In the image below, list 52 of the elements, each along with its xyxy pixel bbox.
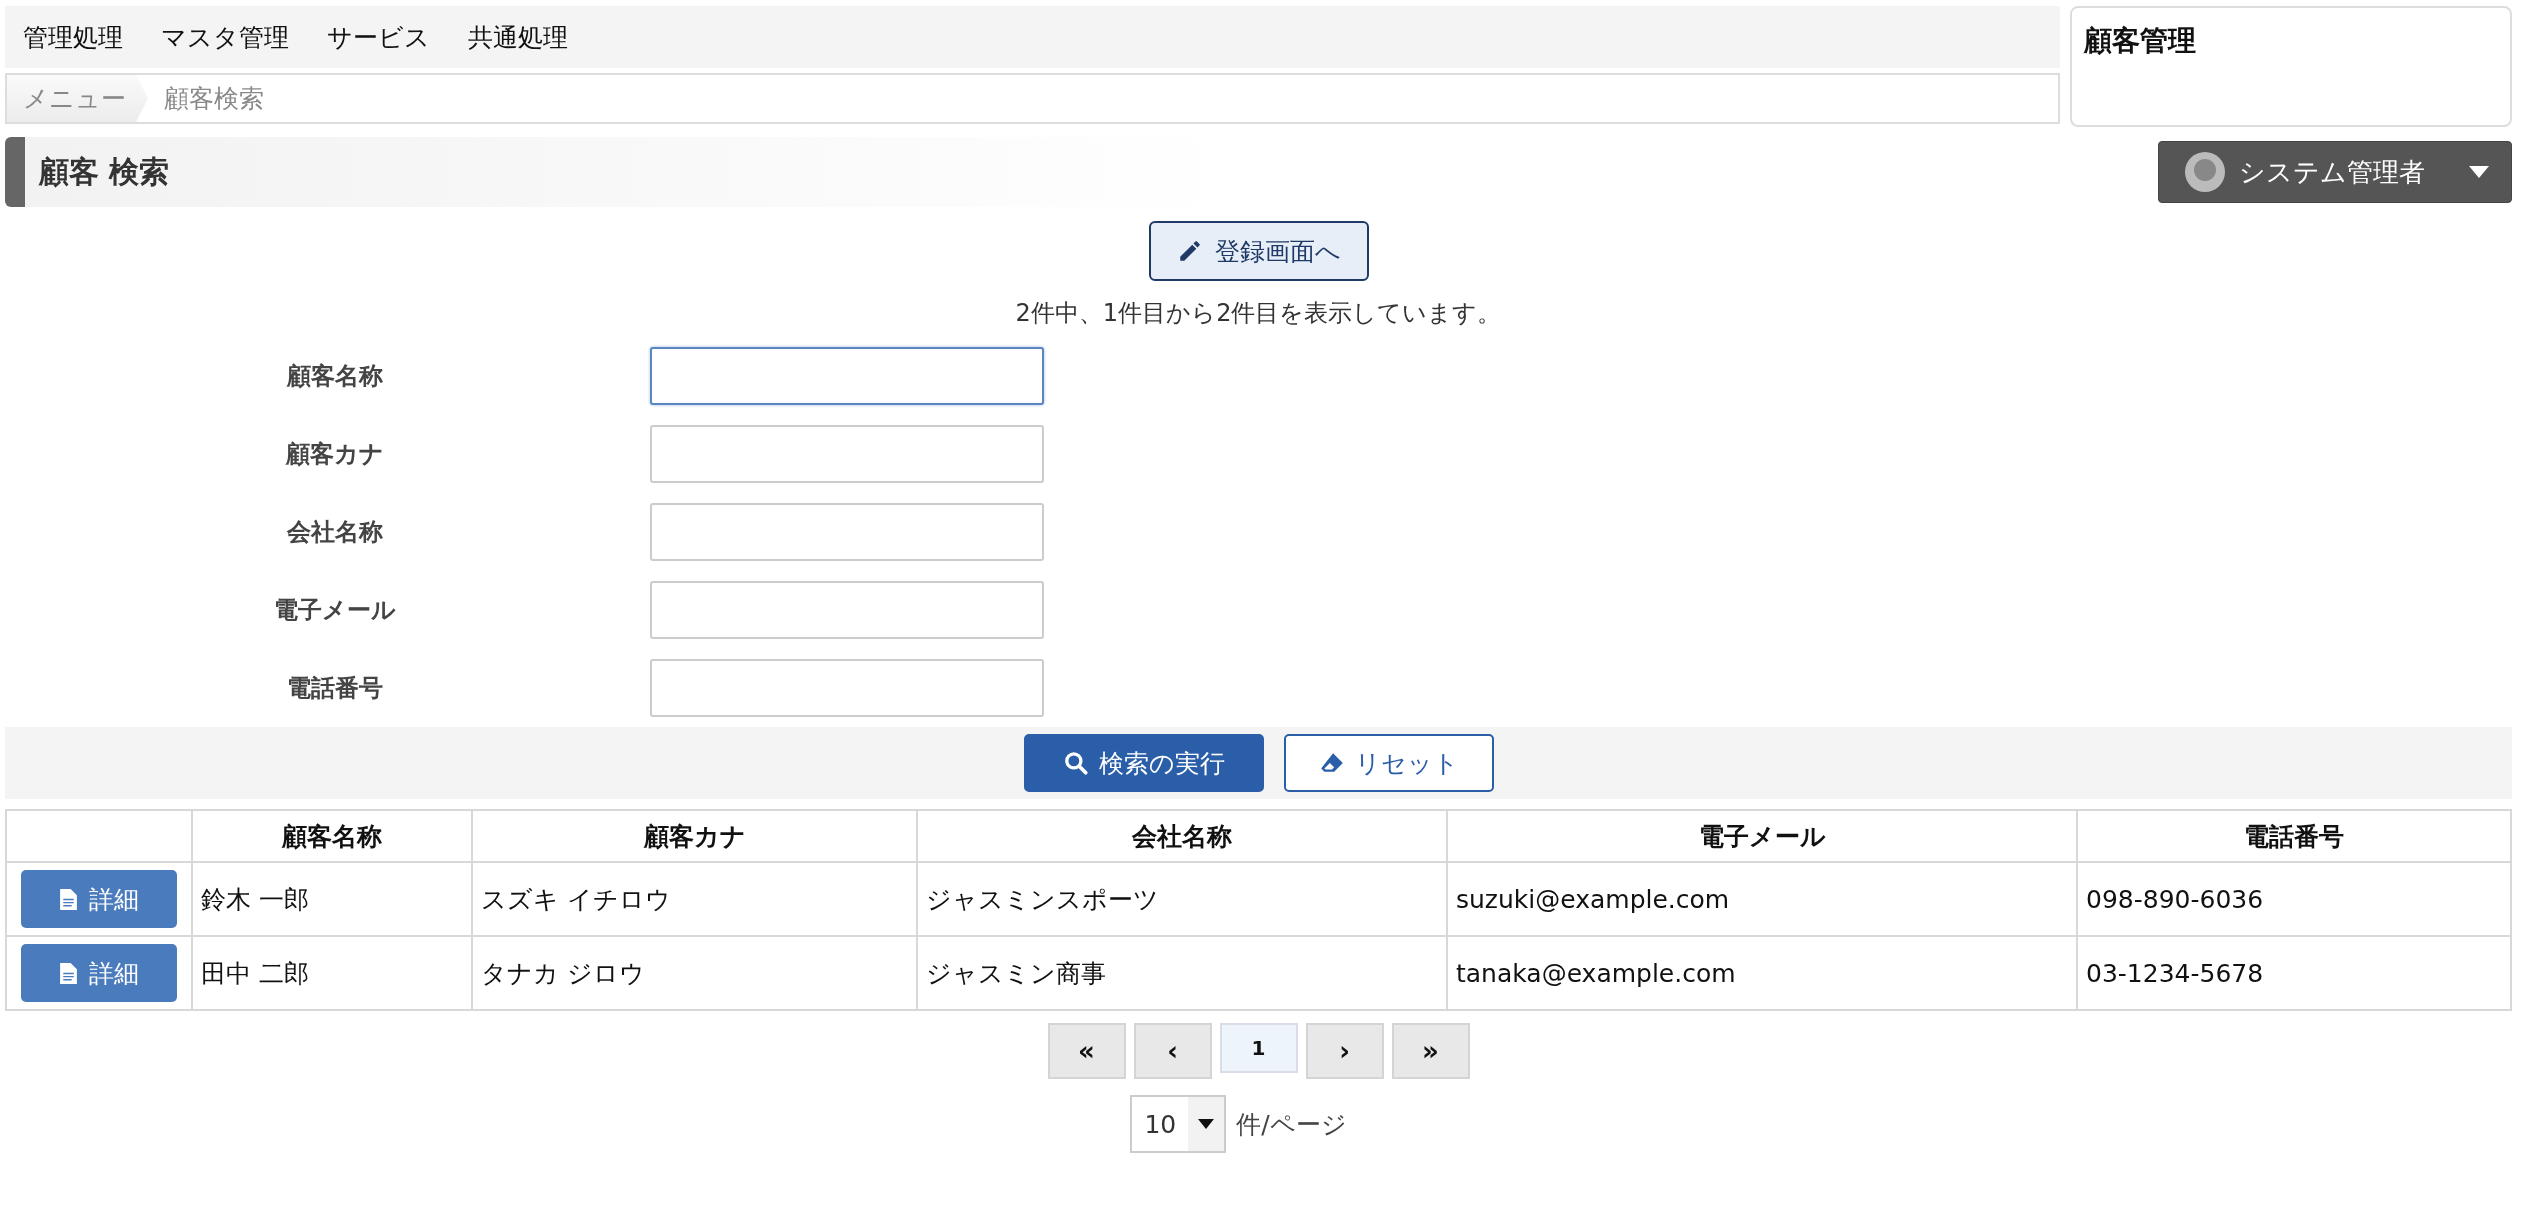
user-avatar-icon	[2185, 152, 2225, 192]
search-icon	[1062, 750, 1089, 776]
document-icon	[59, 962, 77, 984]
action-button[interactable]: 検索の実行	[1023, 734, 1264, 792]
action-button[interactable]: リセット	[1283, 734, 1494, 792]
page-size-unit: 件/ページ	[1236, 1108, 1347, 1141]
input-field[interactable]	[650, 347, 1044, 405]
table-cell: ジャスミン商事	[917, 936, 1447, 1010]
column-header: 顧客カナ	[472, 810, 917, 862]
field-label: 電話番号	[286, 673, 384, 704]
field-label: 会社名称	[286, 517, 384, 548]
column-header: 電子メール	[1447, 810, 2077, 862]
field-label: 顧客カナ	[284, 439, 385, 470]
caret-icon	[2469, 166, 2489, 178]
table-cell: スズキ イチロウ	[472, 862, 917, 936]
page-size-select[interactable]: 10	[1130, 1095, 1227, 1153]
page-title: 顧客 検索	[39, 152, 170, 191]
detail-button[interactable]: 詳細	[21, 870, 177, 928]
detail-button[interactable]: 詳細	[21, 944, 177, 1002]
app-title: 顧客管理	[2084, 24, 2196, 57]
table-cell: ジャスミンスポーツ	[917, 862, 1447, 936]
table-cell: タナカ ジロウ	[472, 936, 917, 1010]
menu-item[interactable]: 管理処理	[23, 20, 123, 54]
field-label: 顧客名称	[285, 361, 384, 392]
table-cell: suzuki@example.com	[1447, 862, 2077, 936]
menu-item[interactable]: サービス	[327, 20, 430, 54]
page-button[interactable]: 1	[1219, 1023, 1298, 1073]
result-summary: 2件中、1件目から2件目を表示しています。	[1015, 298, 1502, 329]
register-button[interactable]: 登録画面へ	[1148, 221, 1369, 281]
input-field[interactable]	[650, 503, 1044, 561]
page-button[interactable]: ‹	[1133, 1023, 1212, 1079]
table-cell: tanaka@example.com	[1447, 936, 2077, 1010]
menu-item[interactable]: マスタ管理	[161, 20, 289, 54]
breadcrumb-current: 顧客検索	[164, 83, 264, 115]
page-button[interactable]: «	[1047, 1023, 1126, 1079]
column-header: 電話番号	[2077, 810, 2511, 862]
input-field[interactable]	[650, 425, 1044, 483]
menu-item[interactable]: 共通処理	[468, 20, 568, 54]
user-menu-button[interactable]: システム管理者	[2158, 141, 2512, 203]
table-cell: 田中 二郎	[192, 936, 472, 1010]
input-field[interactable]	[650, 659, 1044, 717]
table-cell: 03-1234-5678	[2077, 936, 2511, 1010]
caret-icon	[1198, 1119, 1215, 1129]
table-cell: 鈴木 一郎	[192, 862, 472, 936]
document-icon	[59, 888, 77, 910]
table-cell: 098-890-6036	[2077, 862, 2511, 936]
page-button[interactable]: ›	[1305, 1023, 1384, 1079]
column-header: 顧客名称	[192, 810, 472, 862]
column-header: 会社名称	[917, 810, 1447, 862]
field-label: 電子メール	[273, 595, 397, 626]
page-button[interactable]: »	[1391, 1023, 1470, 1079]
input-field[interactable]	[650, 581, 1044, 639]
